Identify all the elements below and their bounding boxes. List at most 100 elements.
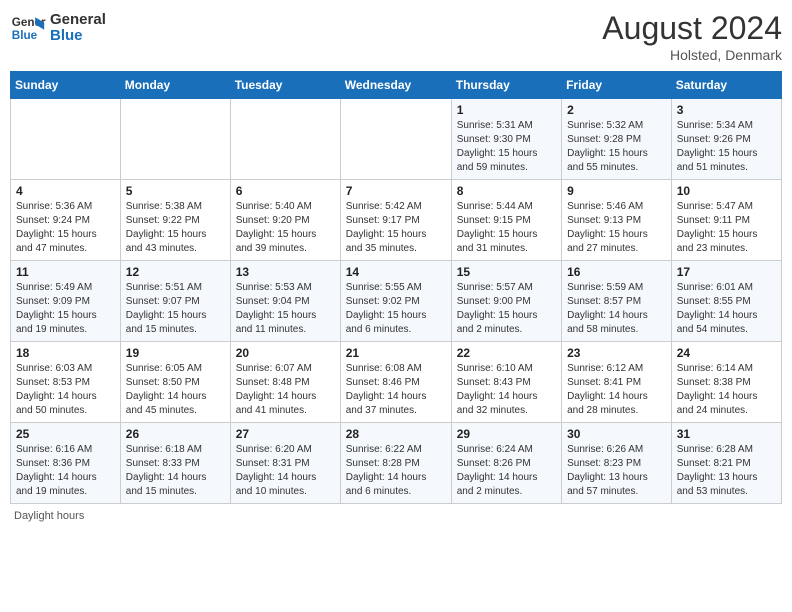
location: Holsted, Denmark xyxy=(602,47,782,63)
dow-header: Wednesday xyxy=(340,72,451,99)
day-number: 20 xyxy=(236,346,335,360)
calendar-cell: 12 Sunrise: 5:51 AMSunset: 9:07 PMDayligh… xyxy=(120,261,230,342)
day-info: Sunrise: 5:51 AMSunset: 9:07 PMDaylight:… xyxy=(126,281,225,337)
calendar-cell: 17 Sunrise: 6:01 AMSunset: 8:55 PMDayligh… xyxy=(671,261,781,342)
footer: Daylight hours xyxy=(10,510,782,522)
calendar-cell: 3Sunrise: 5:34 AMSunset: 9:26 PMDaylight… xyxy=(671,99,781,180)
calendar-week-row: 18 Sunrise: 6:03 AMSunset: 8:53 PMDayligh… xyxy=(11,342,782,423)
day-number: 3 xyxy=(677,103,776,117)
calendar-cell xyxy=(340,99,451,180)
calendar-week-row: 11Sunrise: 5:49 AMSunset: 9:09 PMDayligh… xyxy=(11,261,782,342)
day-info: Sunrise: 6:10 AMSunset: 8:43 PMDaylight:… xyxy=(457,362,556,418)
dow-header: Tuesday xyxy=(230,72,340,99)
calendar-week-row: 1Sunrise: 5:31 AMSunset: 9:30 PMDaylight… xyxy=(11,99,782,180)
calendar-cell: 10Sunrise: 5:47 AMSunset: 9:11 PMDayligh… xyxy=(671,180,781,261)
day-info: Sunrise: 6:07 AMSunset: 8:48 PMDaylight:… xyxy=(236,362,335,418)
calendar-cell: 14Sunrise: 5:55 AMSunset: 9:02 PMDayligh… xyxy=(340,261,451,342)
calendar-cell: 22 Sunrise: 6:10 AMSunset: 8:43 PMDayligh… xyxy=(451,342,561,423)
calendar-cell: 31 Sunrise: 6:28 AMSunset: 8:21 PMDayligh… xyxy=(671,423,781,504)
calendar-cell xyxy=(230,99,340,180)
calendar-cell: 11Sunrise: 5:49 AMSunset: 9:09 PMDayligh… xyxy=(11,261,121,342)
calendar-cell: 24Sunrise: 6:14 AMSunset: 8:38 PMDayligh… xyxy=(671,342,781,423)
day-number: 24 xyxy=(677,346,776,360)
calendar-cell: 27Sunrise: 6:20 AMSunset: 8:31 PMDayligh… xyxy=(230,423,340,504)
calendar-cell: 16Sunrise: 5:59 AMSunset: 8:57 PMDayligh… xyxy=(562,261,672,342)
day-number: 13 xyxy=(236,265,335,279)
calendar-week-row: 25 Sunrise: 6:16 AMSunset: 8:36 PMDayligh… xyxy=(11,423,782,504)
calendar-cell: 25 Sunrise: 6:16 AMSunset: 8:36 PMDayligh… xyxy=(11,423,121,504)
calendar-table: SundayMondayTuesdayWednesdayThursdayFrid… xyxy=(10,71,782,504)
day-number: 2 xyxy=(567,103,666,117)
dow-header: Monday xyxy=(120,72,230,99)
day-info: Sunrise: 5:57 AMSunset: 9:00 PMDaylight:… xyxy=(457,281,556,337)
logo: General Blue General Blue xyxy=(10,10,106,46)
day-info: Sunrise: 6:01 AMSunset: 8:55 PMDaylight:… xyxy=(677,281,776,337)
daylight-label: Daylight hours xyxy=(14,510,84,522)
calendar-cell: 26Sunrise: 6:18 AMSunset: 8:33 PMDayligh… xyxy=(120,423,230,504)
day-info: Sunrise: 6:05 AMSunset: 8:50 PMDaylight:… xyxy=(126,362,225,418)
day-number: 31 xyxy=(677,427,776,441)
calendar-week-row: 4 Sunrise: 5:36 AMSunset: 9:24 PMDaylight… xyxy=(11,180,782,261)
day-info: Sunrise: 5:40 AMSunset: 9:20 PMDaylight:… xyxy=(236,200,335,256)
day-info: Sunrise: 6:28 AMSunset: 8:21 PMDaylight:… xyxy=(677,443,776,499)
day-number: 28 xyxy=(346,427,446,441)
day-info: Sunrise: 6:03 AMSunset: 8:53 PMDaylight:… xyxy=(16,362,115,418)
dow-header: Friday xyxy=(562,72,672,99)
calendar-cell: 23Sunrise: 6:12 AMSunset: 8:41 PMDayligh… xyxy=(562,342,672,423)
dow-header: Sunday xyxy=(11,72,121,99)
day-info: Sunrise: 5:44 AMSunset: 9:15 PMDaylight:… xyxy=(457,200,556,256)
calendar-body: 1Sunrise: 5:31 AMSunset: 9:30 PMDaylight… xyxy=(11,99,782,504)
day-info: Sunrise: 6:08 AMSunset: 8:46 PMDaylight:… xyxy=(346,362,446,418)
calendar-cell: 9 Sunrise: 5:46 AMSunset: 9:13 PMDaylight… xyxy=(562,180,672,261)
day-number: 8 xyxy=(457,184,556,198)
logo-icon: General Blue xyxy=(10,10,46,46)
calendar-cell: 18 Sunrise: 6:03 AMSunset: 8:53 PMDayligh… xyxy=(11,342,121,423)
calendar-cell: 7Sunrise: 5:42 AMSunset: 9:17 PMDaylight… xyxy=(340,180,451,261)
calendar-cell: 19Sunrise: 6:05 AMSunset: 8:50 PMDayligh… xyxy=(120,342,230,423)
day-number: 30 xyxy=(567,427,666,441)
day-info: Sunrise: 5:46 AMSunset: 9:13 PMDaylight:… xyxy=(567,200,666,256)
day-number: 29 xyxy=(457,427,556,441)
day-info: Sunrise: 5:36 AMSunset: 9:24 PMDaylight:… xyxy=(16,200,115,256)
day-number: 21 xyxy=(346,346,446,360)
title-block: August 2024 Holsted, Denmark xyxy=(602,10,782,63)
day-number: 26 xyxy=(126,427,225,441)
calendar-cell xyxy=(11,99,121,180)
day-number: 17 xyxy=(677,265,776,279)
day-info: Sunrise: 5:53 AMSunset: 9:04 PMDaylight:… xyxy=(236,281,335,337)
calendar-cell: 4 Sunrise: 5:36 AMSunset: 9:24 PMDaylight… xyxy=(11,180,121,261)
days-of-week-row: SundayMondayTuesdayWednesdayThursdayFrid… xyxy=(11,72,782,99)
day-info: Sunrise: 5:32 AMSunset: 9:28 PMDaylight:… xyxy=(567,119,666,175)
dow-header: Saturday xyxy=(671,72,781,99)
calendar-cell xyxy=(120,99,230,180)
day-number: 25 xyxy=(16,427,115,441)
day-number: 9 xyxy=(567,184,666,198)
day-info: Sunrise: 6:24 AMSunset: 8:26 PMDaylight:… xyxy=(457,443,556,499)
calendar-cell: 29 Sunrise: 6:24 AMSunset: 8:26 PMDayligh… xyxy=(451,423,561,504)
calendar-cell: 2 Sunrise: 5:32 AMSunset: 9:28 PMDaylight… xyxy=(562,99,672,180)
page-header: General Blue General Blue August 2024 Ho… xyxy=(10,10,782,63)
day-number: 11 xyxy=(16,265,115,279)
day-info: Sunrise: 5:59 AMSunset: 8:57 PMDaylight:… xyxy=(567,281,666,337)
day-number: 5 xyxy=(126,184,225,198)
calendar-cell: 15Sunrise: 5:57 AMSunset: 9:00 PMDayligh… xyxy=(451,261,561,342)
day-info: Sunrise: 6:20 AMSunset: 8:31 PMDaylight:… xyxy=(236,443,335,499)
day-number: 18 xyxy=(16,346,115,360)
calendar-cell: 1Sunrise: 5:31 AMSunset: 9:30 PMDaylight… xyxy=(451,99,561,180)
day-info: Sunrise: 6:12 AMSunset: 8:41 PMDaylight:… xyxy=(567,362,666,418)
day-info: Sunrise: 6:16 AMSunset: 8:36 PMDaylight:… xyxy=(16,443,115,499)
day-number: 4 xyxy=(16,184,115,198)
day-number: 12 xyxy=(126,265,225,279)
day-number: 6 xyxy=(236,184,335,198)
calendar-cell: 28 Sunrise: 6:22 AMSunset: 8:28 PMDayligh… xyxy=(340,423,451,504)
calendar-cell: 20 Sunrise: 6:07 AMSunset: 8:48 PMDayligh… xyxy=(230,342,340,423)
day-info: Sunrise: 5:47 AMSunset: 9:11 PMDaylight:… xyxy=(677,200,776,256)
calendar-cell: 21 Sunrise: 6:08 AMSunset: 8:46 PMDayligh… xyxy=(340,342,451,423)
calendar-cell: 30Sunrise: 6:26 AMSunset: 8:23 PMDayligh… xyxy=(562,423,672,504)
month-year: August 2024 xyxy=(602,10,782,47)
day-info: Sunrise: 5:38 AMSunset: 9:22 PMDaylight:… xyxy=(126,200,225,256)
calendar-cell: 6 Sunrise: 5:40 AMSunset: 9:20 PMDaylight… xyxy=(230,180,340,261)
day-info: Sunrise: 6:22 AMSunset: 8:28 PMDaylight:… xyxy=(346,443,446,499)
day-number: 22 xyxy=(457,346,556,360)
day-number: 14 xyxy=(346,265,446,279)
